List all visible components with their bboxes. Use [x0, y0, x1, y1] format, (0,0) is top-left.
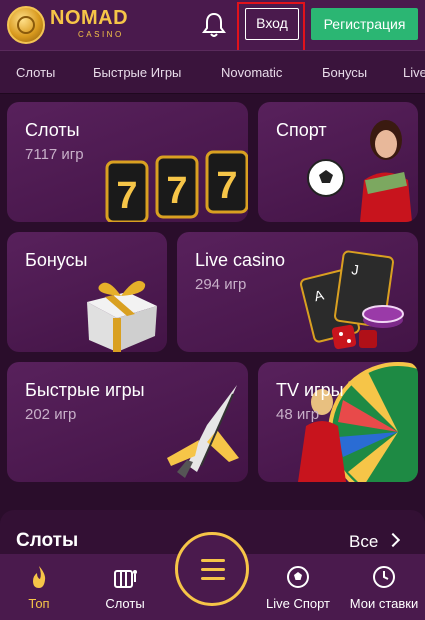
nav-item-live[interactable]: Live: [403, 65, 425, 80]
nav-item-bonuses[interactable]: Бонусы: [322, 65, 367, 80]
nomad-logo-icon[interactable]: [7, 6, 45, 44]
nav-item-slots[interactable]: Слоты: [16, 65, 55, 80]
sport-player-image: [307, 120, 412, 222]
svg-text:7: 7: [166, 170, 187, 212]
menu-button[interactable]: [175, 532, 249, 606]
section-title: Слоты: [16, 530, 79, 551]
hamburger-icon-bar: [201, 568, 225, 571]
hamburger-icon: [201, 559, 225, 562]
tab-top[interactable]: Топ: [0, 554, 78, 620]
jet-plane-icon: [167, 385, 239, 478]
card-fast-games[interactable]: Быстрые игры 202 игр: [7, 362, 248, 482]
clock-icon: [373, 566, 395, 588]
hamburger-icon-bar: [201, 577, 225, 580]
card-title: TV игры: [276, 380, 344, 400]
brand-name[interactable]: NOMAD: [50, 8, 128, 28]
card-count: 202 игр: [25, 406, 77, 423]
slot-machine-icon: [114, 570, 137, 588]
svg-text:7: 7: [216, 165, 237, 207]
card-count: 7117 игр: [25, 146, 84, 163]
top-header: NOMAD CASINO Вход Регистрация: [0, 0, 425, 52]
nav-item-fast-games[interactable]: Быстрые Игры: [93, 65, 181, 80]
soccer-ball-icon: [287, 566, 309, 588]
tab-my-bets[interactable]: Мои ставки: [343, 554, 425, 620]
card-bonuses[interactable]: Бонусы: [7, 232, 167, 352]
card-tv-games[interactable]: TV игры 48 игр: [258, 362, 418, 482]
fire-icon: [33, 566, 46, 588]
card-sport[interactable]: Спорт: [258, 102, 418, 222]
brand-subtitle: CASINO: [78, 30, 124, 39]
slot-reels-icon: 7 7 7: [105, 150, 248, 222]
chevron-right-icon[interactable]: [385, 532, 401, 548]
playing-cards-icon: A J: [300, 250, 404, 350]
nav-item-novomatic[interactable]: Novomatic: [221, 65, 282, 80]
card-count: 48 игр: [276, 406, 320, 423]
tab-label: Мои ставки: [349, 596, 419, 611]
card-title: Быстрые игры: [25, 380, 145, 400]
tab-label: Слоты: [105, 596, 145, 611]
card-count: 294 игр: [195, 276, 247, 293]
login-highlight-box: [237, 2, 305, 52]
card-title: Live casino: [195, 250, 286, 270]
bell-icon[interactable]: [199, 10, 229, 40]
card-title: Бонусы: [25, 250, 88, 270]
tab-live-sport[interactable]: Live Спорт: [258, 554, 338, 620]
gift-box-icon: [87, 280, 157, 352]
category-nav: Слоты Быстрые Игры Novomatic Бонусы Live: [0, 50, 425, 94]
card-live-casino[interactable]: Live casino 294 игр A J: [177, 232, 418, 352]
tab-slots[interactable]: Слоты: [85, 554, 165, 620]
card-slots[interactable]: Слоты 7117 игр 7 7 7: [7, 102, 248, 222]
card-title: Слоты: [25, 120, 80, 140]
see-all-link[interactable]: Все: [349, 532, 378, 552]
register-button[interactable]: Регистрация: [311, 8, 418, 40]
tab-label: Топ: [28, 596, 50, 611]
tab-label: Live Спорт: [265, 596, 331, 611]
svg-text:7: 7: [116, 175, 137, 217]
